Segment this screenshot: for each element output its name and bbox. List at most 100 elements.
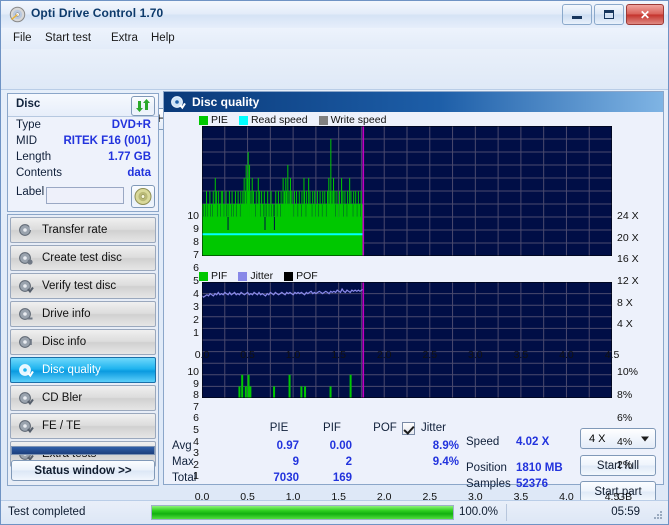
axis-tick-label: 16 X xyxy=(617,253,639,266)
stats-avg-pif: 0.00 xyxy=(329,440,352,452)
axis-tick-label: 4.0 xyxy=(559,349,574,361)
axis-tick-label: 4 xyxy=(193,288,199,300)
axis-tick-label: 8 X xyxy=(617,296,633,309)
disc-drive-icon xyxy=(18,306,34,322)
sidebar-item-label: Verify test disc xyxy=(42,280,117,292)
axis-tick-label: 8 xyxy=(193,389,199,402)
menu-bar: File Start test Extra Help xyxy=(1,28,668,50)
axis-tick-label: 3 xyxy=(193,447,199,460)
menu-item-extra[interactable]: Extra xyxy=(105,31,144,46)
jitter-checkbox[interactable] xyxy=(402,422,415,435)
disc-verify-icon xyxy=(18,278,34,294)
axis-tick-label: 5 xyxy=(193,275,199,287)
axis-tick-label: 6 xyxy=(193,412,199,425)
stats-col-pof: POF xyxy=(373,422,397,434)
maximize-button[interactable] xyxy=(594,4,624,25)
axis-tick-label: 9 xyxy=(193,377,199,390)
app-window: Opti Drive Control 1.70 ✕ File Start tes… xyxy=(0,0,669,525)
progress-bar-fill xyxy=(152,506,453,519)
sidebar-item-label: Transfer rate xyxy=(42,224,108,236)
disc-row-mid-value: RITEK F16 (001) xyxy=(63,135,151,147)
disc-icon xyxy=(9,6,26,23)
status-text: Test completed xyxy=(8,506,86,518)
axis-tick-label: 0.0 xyxy=(194,349,210,361)
sidebar-item-verify-test-disc[interactable]: Verify test disc xyxy=(10,273,156,299)
disc-refresh-button[interactable] xyxy=(131,96,155,116)
sidebar-item-drive-info[interactable]: Drive info xyxy=(10,301,156,327)
position-stat-label: Position xyxy=(466,462,507,474)
axis-tick-label: 1 xyxy=(193,470,199,483)
sidebar-item-disc-quality[interactable]: Disc quality xyxy=(10,357,156,383)
disc-label-input[interactable] xyxy=(46,187,124,204)
axis-tick-label: 4 xyxy=(193,435,199,448)
disc-label-key: Label xyxy=(16,186,45,198)
disc-info-icon xyxy=(18,334,34,350)
disc-panel-header: Disc xyxy=(8,94,158,117)
stats-col-pif: PIF xyxy=(323,422,341,434)
axis-tick-label: 9 xyxy=(193,223,199,235)
axis-tick-label: 2 xyxy=(193,458,199,471)
axis-tick-label: 4.5 xyxy=(604,349,620,361)
axis-tick-label: 24 X xyxy=(617,210,639,222)
axis-tick-label: 10% xyxy=(617,366,639,378)
close-button[interactable]: ✕ xyxy=(626,4,664,25)
axis-tick-label: 4 X xyxy=(617,318,633,331)
sidebar-item-fe-te[interactable]: FE / TE xyxy=(10,413,156,439)
status-window-button[interactable]: Status window >> xyxy=(11,460,155,481)
axis-tick-label: 6 xyxy=(193,262,199,274)
axis-tick-label: 1.0 xyxy=(285,349,301,361)
axis-tick-label: 10 xyxy=(187,366,199,378)
stats-avg-pie: 0.97 xyxy=(276,440,299,452)
stats-max-pif: 2 xyxy=(345,456,352,468)
pif-chart-legend: PIF Jitter POF xyxy=(199,270,318,282)
sidebar-item-disc-info[interactable]: Disc info xyxy=(10,329,156,355)
disc-bler-icon xyxy=(18,390,34,406)
minimize-button[interactable] xyxy=(562,4,592,25)
axis-tick-label: 6% xyxy=(617,412,633,425)
sidebar-item-cd-bler[interactable]: CD Bler xyxy=(10,385,156,411)
disc-create-icon xyxy=(18,250,34,266)
axis-tick-label: 3.5 xyxy=(513,349,529,361)
pie-chart-legend: PIE Read speed Write speed xyxy=(199,114,386,126)
axis-tick-label: 8% xyxy=(617,389,633,402)
title-bar: Opti Drive Control 1.70 ✕ xyxy=(1,1,668,29)
test-speed-value: 4 X xyxy=(589,432,606,445)
axis-tick-label: 2% xyxy=(617,458,633,471)
disc-label-button[interactable] xyxy=(131,185,155,208)
sidebar-item-transfer-rate[interactable]: Transfer rate xyxy=(10,217,156,243)
legend-label-read-speed: Read speed xyxy=(250,114,308,126)
samples-stat-value: 52376 xyxy=(516,478,548,490)
sidebar-scrollbar[interactable] xyxy=(11,446,155,455)
stats-total-pif: 169 xyxy=(332,472,352,484)
menu-item-start-test[interactable]: Start test xyxy=(39,31,97,46)
axis-tick-label: 5 xyxy=(193,424,199,436)
legend-swatch-jitter xyxy=(238,271,248,281)
stats-total-pie: 7030 xyxy=(273,472,299,484)
disc-row-type: Type DVD+R xyxy=(8,119,158,135)
disc-icon xyxy=(134,188,152,205)
legend-label-jitter: Jitter xyxy=(250,270,274,282)
disc-row-mid: MID RITEK F16 (001) xyxy=(8,135,158,151)
menu-item-file[interactable]: File xyxy=(7,31,38,46)
sidebar-item-label: FE / TE xyxy=(42,420,81,432)
stats-max-pie: 9 xyxy=(292,456,299,468)
axis-tick-label: 4% xyxy=(617,435,633,448)
menu-item-help[interactable]: Help xyxy=(145,31,181,46)
disc-row-mid-key: MID xyxy=(16,135,38,147)
axis-tick-label: 0.5 xyxy=(240,349,255,361)
progress-percent: 100.0% xyxy=(459,506,499,518)
disc-row-contents: Contents data xyxy=(8,167,158,183)
axis-tick-label: 7 xyxy=(193,400,199,413)
speed-stat-value: 4.02 X xyxy=(516,436,550,448)
sidebar-item-create-test-disc[interactable]: Create test disc xyxy=(10,245,156,271)
axis-tick-label: 12 X xyxy=(617,275,639,287)
disc-row-contents-value: data xyxy=(127,167,151,179)
resize-grip-icon[interactable] xyxy=(652,509,664,521)
stats-avg-jitter: 8.9% xyxy=(432,440,459,452)
status-bar: Test completed 100.0% 05:59 xyxy=(1,500,668,524)
axis-tick-label: 2.5 xyxy=(422,349,438,361)
sidebar-item-label: Disc info xyxy=(42,336,87,348)
pif-jitter-chart xyxy=(202,282,612,398)
disc-quality-icon xyxy=(170,94,186,110)
disc-row-length: Length 1.77 GB xyxy=(8,151,158,167)
